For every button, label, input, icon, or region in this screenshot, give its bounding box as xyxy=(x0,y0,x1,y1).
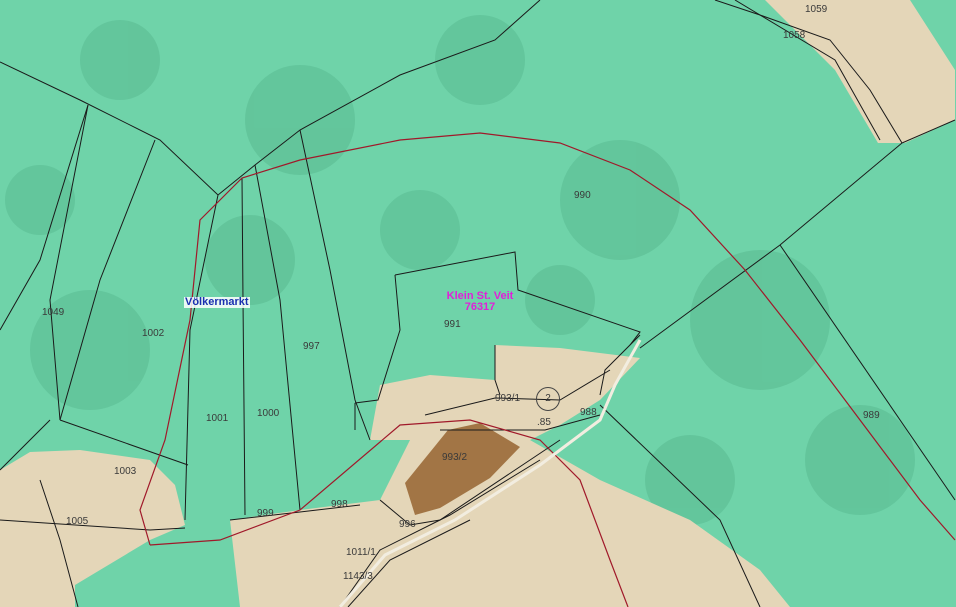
cadastral-map[interactable]: 1059 1058 990 1049 1002 997 991 993/1 98… xyxy=(0,0,956,607)
parcel-label-998: 998 xyxy=(331,499,348,510)
parcel-label-1058: 1058 xyxy=(783,30,806,41)
parcel-label-1001: 1001 xyxy=(206,413,229,424)
parcel-label-1000: 1000 xyxy=(257,408,280,419)
parcel-label-989: 989 xyxy=(863,410,880,421)
parcel-label-990: 990 xyxy=(574,190,591,201)
locality-label: Klein St. Veit 76317 xyxy=(440,291,520,313)
parcel-label-1143-3: 1143/3 xyxy=(343,571,373,582)
parcel-label-1059: 1059 xyxy=(805,4,828,15)
parcel-label-997: 997 xyxy=(303,341,320,352)
parcel-label-988: 988 xyxy=(580,407,597,418)
parcel-label-1049: 1049 xyxy=(42,307,65,318)
locality-code: 76317 xyxy=(464,301,496,313)
parcel-label-999: 999 xyxy=(257,508,274,519)
parcel-label-993-2: 993/2 xyxy=(442,452,468,463)
survey-marker[interactable]: 2 xyxy=(536,387,560,411)
parcel-label-1005: 1005 xyxy=(66,516,89,527)
region-label: Völkermarkt xyxy=(184,296,250,308)
parcel-label-85: .85 xyxy=(537,417,551,428)
parcel-label-991: 991 xyxy=(444,319,461,330)
parcel-label-996: 996 xyxy=(399,519,416,530)
parcel-label-1011-1: 1011/1 xyxy=(346,547,376,558)
parcel-label-1003: 1003 xyxy=(114,466,137,477)
parcel-label-1002: 1002 xyxy=(142,328,165,339)
parcel-label-993-1: 993/1 xyxy=(495,393,521,404)
